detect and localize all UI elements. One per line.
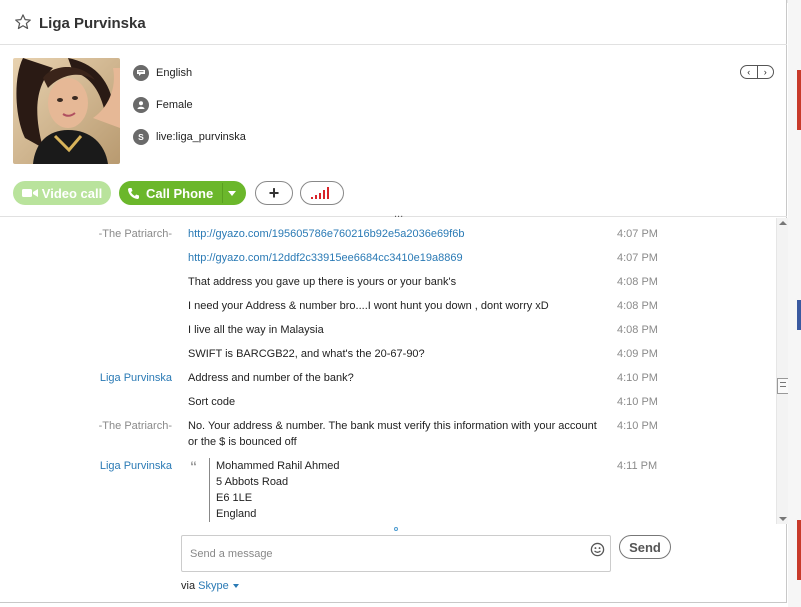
message-compose-box[interactable] — [181, 535, 611, 572]
quote-line: 5 Abbots Road — [216, 476, 289, 488]
language-text: English — [156, 67, 193, 79]
profile-nav-arrows: ‹ › — [740, 65, 774, 79]
message-time: 4:07 PM — [617, 228, 658, 240]
message-text: No. Your address & number. The bank must… — [188, 418, 608, 450]
speech-bubble-icon — [133, 65, 149, 81]
message-sender[interactable]: Liga Purvinska — [100, 458, 172, 474]
svg-text:S: S — [138, 132, 144, 142]
message-text: Sort code — [188, 396, 236, 408]
phone-icon — [128, 187, 139, 199]
contact-name[interactable]: Liga Purvinska — [39, 15, 146, 32]
message-link[interactable]: http://gyazo.com/12ddf2c33915ee6684cc341… — [188, 252, 463, 264]
send-button[interactable]: Send — [619, 535, 671, 559]
via-label: via — [181, 580, 196, 592]
favorite-star-icon[interactable] — [14, 13, 32, 31]
via-service-selector: via Skype — [181, 580, 239, 592]
message-text: SWIFT is BARCGB22, and what's the 20-67-… — [188, 348, 425, 360]
typing-indicator-icon — [394, 527, 398, 531]
person-icon — [133, 97, 149, 113]
call-split-divider — [222, 183, 223, 203]
message-time: 4:10 PM — [617, 396, 658, 408]
message-text: I live all the way in Malaysia — [188, 324, 324, 336]
skype-icon: S — [133, 129, 149, 145]
skype-id-row: S live:liga_purvinska — [133, 128, 246, 146]
plus-icon: + — [268, 183, 280, 203]
gender-text: Female — [156, 99, 193, 111]
resize-grip-icon[interactable]: ... — [394, 209, 403, 220]
message-link[interactable]: http://gyazo.com/195605786e760216b92e5a2… — [188, 228, 464, 240]
language-row: English — [133, 64, 192, 82]
dropdown-caret-icon[interactable] — [232, 584, 239, 589]
scroll-up-arrow-icon[interactable] — [779, 221, 787, 225]
add-participants-button[interactable]: + — [255, 181, 293, 205]
message-time: 4:08 PM — [617, 300, 658, 312]
message-text: http://gyazo.com/12ddf2c33915ee6684cc341… — [188, 250, 608, 266]
message-text: I need your Address & number bro....I wo… — [188, 300, 549, 312]
chat-window: Liga Purvinska English Female S live:lig… — [0, 0, 789, 603]
service-dropdown[interactable]: Skype — [198, 580, 229, 592]
quoted-text: Mohammed Rahil Ahmed 5 Abbots Road E6 1L… — [216, 458, 340, 522]
quote-line: Mohammed Rahil Ahmed — [216, 460, 340, 472]
prev-arrow-icon[interactable]: ‹ — [741, 66, 758, 78]
chat-message-quote: Liga Purvinska “ Mohammed Rahil Ahmed 5 … — [0, 458, 776, 523]
signal-bars-icon — [311, 187, 329, 199]
chat-scrollbar[interactable] — [776, 218, 789, 524]
quote-line: E6 1LE — [216, 492, 253, 504]
message-time: 4:08 PM — [617, 324, 658, 336]
call-phone-button[interactable]: Call Phone — [119, 181, 246, 205]
message-sender[interactable]: -The Patriarch- — [99, 418, 172, 434]
call-phone-label: Call Phone — [146, 185, 214, 201]
message-time: 4:10 PM — [617, 372, 658, 384]
quote-icon: “ — [190, 458, 197, 474]
video-call-button[interactable]: Video call — [13, 181, 111, 205]
message-text: http://gyazo.com/195605786e760216b92e5a2… — [188, 226, 608, 242]
message-time: 4:07 PM — [617, 252, 658, 264]
gender-row: Female — [133, 96, 193, 114]
video-camera-icon — [21, 189, 38, 197]
emoticon-icon[interactable] — [590, 542, 605, 557]
skype-id-text[interactable]: live:liga_purvinska — [156, 131, 246, 143]
quote-line: England — [216, 508, 257, 520]
message-time: 4:11 PM — [617, 460, 658, 472]
chat-history[interactable]: -The Patriarch- http://gyazo.com/1956057… — [0, 218, 776, 523]
call-options-caret-icon[interactable] — [228, 191, 236, 196]
message-line: No. Your address & number. The bank must… — [188, 420, 597, 432]
desktop-background-strip — [788, 0, 801, 607]
quote-bar — [209, 458, 210, 522]
message-time: 4:09 PM — [617, 348, 658, 360]
conversation-header: Liga Purvinska — [0, 3, 787, 45]
call-quality-button[interactable] — [300, 181, 344, 205]
message-text: Address and number of the bank? — [188, 372, 354, 384]
message-line: or the $ is bounced off — [188, 436, 297, 448]
message-input[interactable] — [182, 536, 582, 571]
scroll-down-arrow-icon[interactable] — [779, 517, 787, 521]
video-call-label: Video call — [41, 185, 103, 201]
message-time: 4:08 PM — [617, 276, 658, 288]
next-arrow-icon[interactable]: › — [758, 66, 774, 78]
message-time: 4:10 PM — [617, 420, 658, 432]
message-text: That address you gave up there is yours … — [188, 276, 457, 288]
message-sender[interactable]: -The Patriarch- — [99, 226, 172, 242]
message-sender[interactable]: Liga Purvinska — [100, 370, 172, 386]
contact-avatar[interactable] — [13, 58, 120, 164]
